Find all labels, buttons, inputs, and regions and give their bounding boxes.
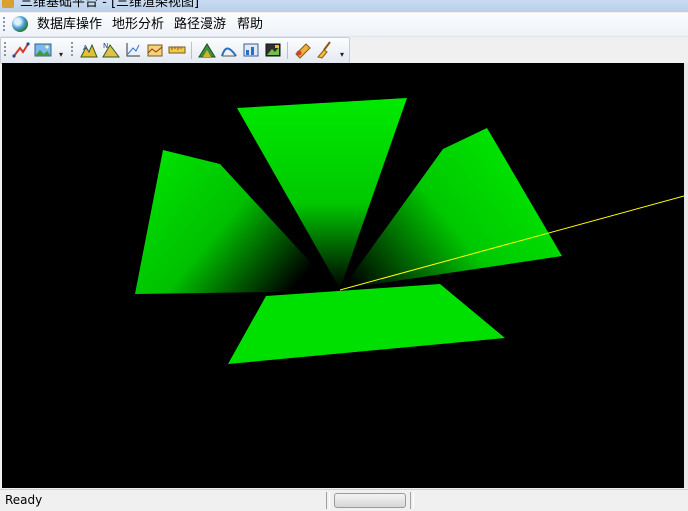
terrain-a-icon[interactable]: A [80, 41, 98, 59]
terrain-render [135, 98, 684, 364]
menu-help[interactable]: 帮助 [235, 16, 265, 33]
menu-database[interactable]: 数据库操作 [35, 16, 104, 33]
main-toolbar: ▾ A N ▾ [0, 37, 350, 64]
broom-icon[interactable] [316, 41, 334, 59]
toolbar-separator [191, 42, 192, 59]
coordinate-icon[interactable] [124, 41, 142, 59]
vertical-scrollbar[interactable] [684, 63, 688, 488]
title-bar: 三维基础平台 - [三维渲染视图] [0, 0, 688, 12]
image-icon[interactable] [34, 41, 52, 59]
layer-icon[interactable] [264, 41, 282, 59]
globe-icon[interactable] [12, 16, 28, 32]
chart-icon[interactable] [242, 41, 260, 59]
toolbar-overflow-1-icon[interactable]: ▾ [59, 51, 63, 59]
fly-icon[interactable] [294, 41, 312, 59]
3d-render-viewport[interactable] [2, 63, 684, 488]
status-bar: Ready [0, 489, 688, 511]
status-divider [410, 492, 414, 509]
menu-terrain-analysis[interactable]: 地形分析 [110, 16, 166, 33]
toolbar-grip-2[interactable] [71, 42, 74, 58]
status-text: Ready [5, 493, 43, 507]
app-icon [2, 0, 14, 8]
menu-bar: 数据库操作 地形分析 路径漫游 帮助 [0, 13, 688, 37]
toolbar-grip-1[interactable] [4, 42, 7, 58]
status-divider [326, 492, 330, 509]
line-draw-icon[interactable] [12, 41, 30, 59]
terrain-mesh-bottom [228, 284, 505, 364]
svg-text:A: A [83, 44, 88, 52]
section-icon[interactable] [220, 41, 238, 59]
terrain-n-icon[interactable]: N [102, 41, 120, 59]
ruler-icon[interactable] [168, 41, 186, 59]
menu-path-roaming[interactable]: 路径漫游 [172, 16, 228, 33]
profile-icon[interactable] [146, 41, 164, 59]
toolbar-overflow-2-icon[interactable]: ▾ [340, 51, 344, 59]
slope-icon[interactable] [198, 41, 216, 59]
menubar-grip[interactable] [3, 17, 6, 31]
progress-bar [334, 493, 406, 508]
toolbar-separator [287, 42, 288, 59]
svg-text:N: N [103, 42, 108, 50]
window-title: 三维基础平台 - [三维渲染视图] [20, 0, 200, 10]
